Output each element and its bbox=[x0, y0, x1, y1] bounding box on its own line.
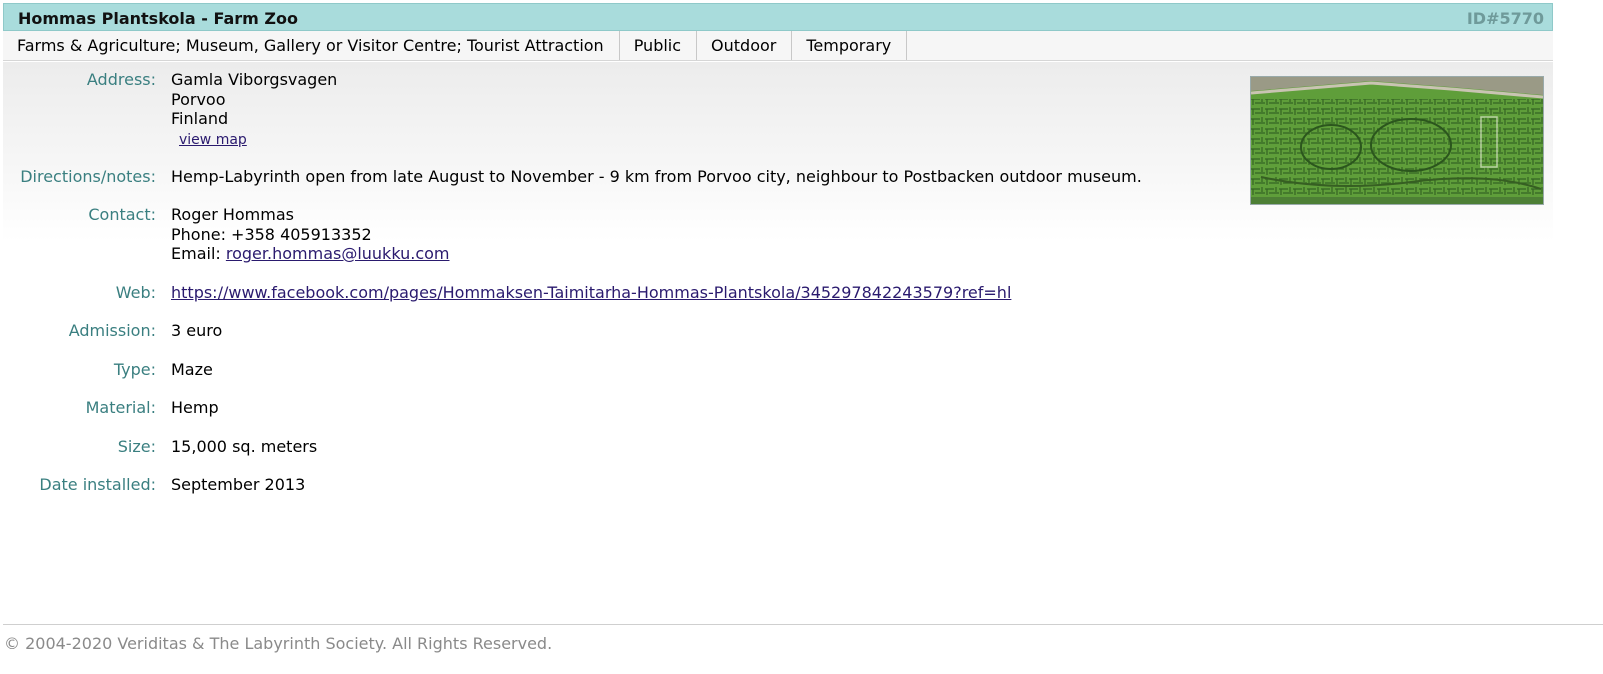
address-line-street: Gamla Viborgsvagen bbox=[171, 70, 338, 89]
size-label: Size: bbox=[117, 437, 156, 456]
labyrinth-detail-page: Hommas Plantskola - Farm Zoo ID#5770 Far… bbox=[0, 0, 1603, 674]
aerial-maze-photo[interactable] bbox=[1250, 76, 1544, 205]
size-value: 15,000 sq. meters bbox=[171, 437, 318, 456]
type-label: Type: bbox=[113, 360, 156, 379]
website-link[interactable]: https://www.facebook.com/pages/Hommaksen… bbox=[171, 283, 1011, 302]
date-installed-value: September 2013 bbox=[171, 475, 306, 494]
tag-temporary: Temporary bbox=[792, 31, 908, 60]
record-id: ID#5770 bbox=[1466, 9, 1544, 28]
tag-categories: Farms & Agriculture; Museum, Gallery or … bbox=[3, 31, 620, 60]
page-title: Hommas Plantskola - Farm Zoo bbox=[18, 9, 298, 28]
date-installed-label: Date installed: bbox=[39, 475, 156, 494]
view-map-link[interactable]: view map bbox=[179, 132, 247, 148]
footer-copyright: © 2004-2020 Veriditas & The Labyrinth So… bbox=[4, 634, 553, 653]
tag-outdoor: Outdoor bbox=[697, 31, 793, 60]
contact-email-link[interactable]: roger.hommas@luukku.com bbox=[226, 244, 450, 263]
contact-email-row: Email: roger.hommas@luukku.com bbox=[171, 244, 450, 264]
footer-divider bbox=[3, 624, 1603, 625]
maze-photo-image bbox=[1251, 77, 1543, 204]
contact-name: Roger Hommas bbox=[171, 205, 294, 224]
directions-label: Directions/notes: bbox=[20, 167, 156, 186]
contact-email-prefix: Email: bbox=[171, 244, 226, 263]
contact-value: Roger Hommas Phone: +358 405913352 Email… bbox=[171, 205, 450, 264]
category-tags-bar: Farms & Agriculture; Museum, Gallery or … bbox=[3, 31, 1553, 61]
web-label: Web: bbox=[115, 283, 156, 302]
contact-phone: Phone: +358 405913352 bbox=[171, 224, 372, 244]
admission-label: Admission: bbox=[68, 321, 156, 340]
address-line-country: Finland bbox=[171, 109, 229, 128]
title-bar: Hommas Plantskola - Farm Zoo ID#5770 bbox=[3, 3, 1553, 31]
material-label: Material: bbox=[85, 398, 156, 417]
tag-public: Public bbox=[620, 31, 698, 60]
address-label: Address: bbox=[86, 70, 156, 89]
material-value: Hemp bbox=[171, 398, 219, 417]
directions-value: Hemp-Labyrinth open from late August to … bbox=[171, 167, 1142, 186]
address-line-city: Porvoo bbox=[171, 89, 226, 109]
type-value: Maze bbox=[171, 360, 213, 379]
admission-value: 3 euro bbox=[171, 321, 223, 340]
contact-label: Contact: bbox=[88, 205, 156, 224]
web-value: https://www.facebook.com/pages/Hommaksen… bbox=[171, 283, 1011, 303]
address-value: Gamla Viborgsvagen Porvoo Finland view m… bbox=[171, 70, 337, 150]
